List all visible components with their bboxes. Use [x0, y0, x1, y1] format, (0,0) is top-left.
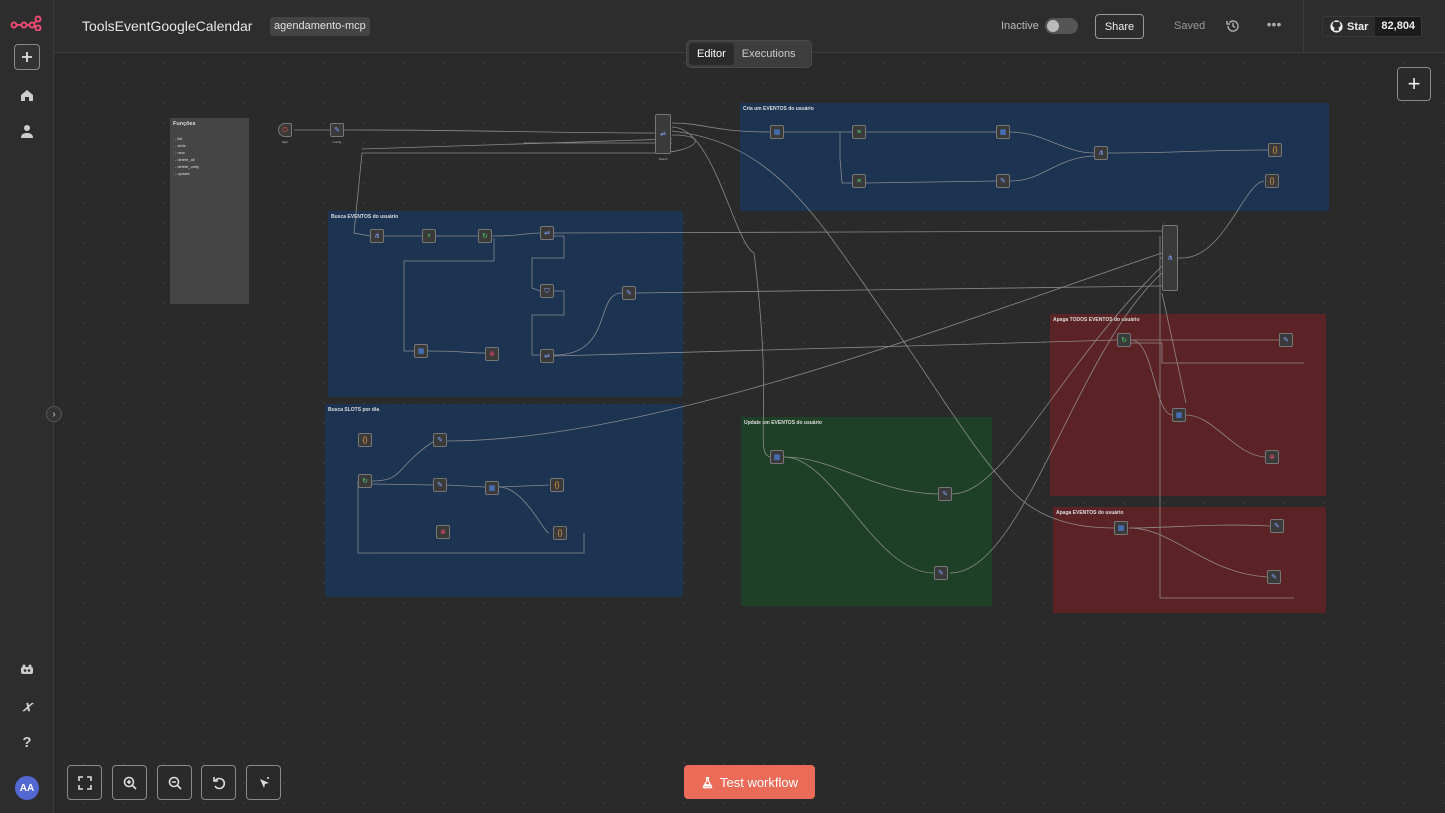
set-node-2[interactable]: ≡	[852, 174, 866, 188]
code-node-2[interactable]: {}	[1265, 174, 1279, 188]
edit-fields-node-7[interactable]: ✎	[938, 487, 952, 501]
code-node-3[interactable]: {}	[358, 433, 372, 447]
active-status-label: Inactive	[1001, 20, 1039, 32]
edit-fields-node-9[interactable]: ✎	[1270, 519, 1284, 533]
add-node-button[interactable]: +	[1397, 67, 1431, 101]
ai-node[interactable]: ⚡	[422, 229, 436, 243]
tidy-up-button[interactable]	[246, 765, 281, 800]
start-trigger-node[interactable]: ⏻ Start	[278, 123, 292, 144]
stop-node[interactable]: ⊗	[485, 347, 499, 361]
loop-node[interactable]: ↻	[478, 229, 492, 243]
avatar[interactable]: AA	[15, 776, 39, 800]
workflow-title[interactable]: ToolsEventGoogleCalendar	[82, 18, 252, 34]
reset-zoom-button[interactable]	[201, 765, 236, 800]
loop-node-2[interactable]: ↻	[1117, 333, 1131, 347]
n8n-editor: 𝑥 ? AA › ToolsEventGoogleCalendar agenda…	[0, 0, 1445, 813]
stop-node-3[interactable]: ⊗	[436, 525, 450, 539]
test-workflow-label: Test workflow	[719, 774, 799, 790]
connections	[294, 122, 1304, 599]
test-workflow-button[interactable]: Test workflow	[684, 765, 815, 799]
edit-fields-node-5[interactable]: ✎	[433, 433, 447, 447]
code-node-5[interactable]: {}	[553, 526, 567, 540]
cursor-sparkle-icon	[259, 776, 269, 788]
star-count: 82,804	[1375, 17, 1422, 36]
google-calendar-list-node[interactable]: ▦	[414, 344, 428, 358]
zoom-out-icon	[168, 776, 182, 790]
history-icon[interactable]	[1225, 18, 1241, 34]
n8n-logo-icon[interactable]	[10, 10, 42, 36]
google-calendar-delete-node[interactable]: ▦	[1172, 408, 1186, 422]
tab-executions[interactable]: Executions	[734, 43, 804, 65]
edit-fields-node-3[interactable]: ✎	[622, 286, 636, 300]
github-star-label: Star	[1323, 17, 1376, 36]
switch-node-2[interactable]: ⇌	[540, 226, 554, 240]
switch-node-3[interactable]: ⇌	[540, 349, 554, 363]
zoom-in-icon	[123, 776, 137, 790]
header-divider	[1303, 0, 1304, 53]
merge-node[interactable]: ⋔	[1094, 146, 1108, 160]
edit-fields-node-2[interactable]: ✎	[996, 174, 1010, 188]
github-star-button[interactable]: Star 82,804	[1322, 16, 1423, 37]
active-toggle[interactable]	[1045, 18, 1078, 34]
code-node-4[interactable]: {}	[550, 478, 564, 492]
more-options-icon[interactable]: •••	[1266, 17, 1282, 34]
node-label: Config	[332, 140, 342, 144]
tab-editor[interactable]: Editor	[689, 43, 734, 65]
zoom-out-button[interactable]	[157, 765, 192, 800]
help-icon[interactable]: ?	[14, 729, 40, 755]
expand-sidebar-chevron-icon[interactable]: ›	[46, 406, 62, 422]
edit-fields-node-10[interactable]: ✎	[1267, 570, 1281, 584]
switch-node[interactable]: ⇌ Switch	[655, 114, 671, 161]
fullscreen-icon	[77, 775, 92, 790]
variables-icon[interactable]: 𝑥	[14, 693, 40, 719]
edit-fields-node-4[interactable]: ✎	[1279, 333, 1293, 347]
github-icon	[1330, 20, 1343, 33]
loop-node-3[interactable]: ↻	[358, 474, 372, 488]
flask-icon	[702, 776, 713, 788]
view-tabs: Editor Executions	[686, 40, 812, 68]
edit-fields-node-6[interactable]: ✎	[433, 478, 447, 492]
merge-output-node[interactable]: ⋔	[1162, 225, 1178, 291]
filter-node[interactable]: ⛉	[540, 284, 554, 298]
zoom-to-fit-button[interactable]	[67, 765, 102, 800]
share-button[interactable]: Share	[1095, 14, 1144, 39]
code-node[interactable]: {}	[1268, 143, 1282, 157]
google-calendar-create-node[interactable]: ▦	[996, 125, 1010, 139]
edit-fields-node[interactable]: ✎ Config	[330, 123, 344, 144]
merge-node-2[interactable]: ⋔	[370, 229, 384, 243]
workflow-tag[interactable]: agendamento-mcp	[270, 17, 370, 36]
zoom-in-button[interactable]	[112, 765, 147, 800]
home-icon[interactable]	[14, 82, 40, 108]
node-label: Start	[281, 140, 289, 144]
user-icon[interactable]	[14, 118, 40, 144]
create-button[interactable]	[14, 44, 40, 70]
undo-icon	[212, 776, 225, 789]
node-label: Switch	[658, 157, 668, 161]
saved-status: Saved	[1174, 20, 1206, 32]
google-calendar-delete-node-2[interactable]: ▦	[1114, 521, 1128, 535]
templates-icon[interactable]	[14, 657, 40, 683]
google-calendar-update-node[interactable]: ▦	[770, 450, 784, 464]
edit-fields-node-8[interactable]: ✎	[934, 566, 948, 580]
google-calendar-node[interactable]: ▦	[770, 125, 784, 139]
google-calendar-node-2[interactable]: ▦	[485, 481, 499, 495]
workflow-canvas[interactable]: Funções - list - slots - new - delete_al…	[54, 53, 1445, 813]
star-text: Star	[1347, 20, 1369, 33]
stop-node-2[interactable]: ⊗	[1265, 450, 1279, 464]
left-sidebar: 𝑥 ? AA	[0, 0, 54, 813]
set-node[interactable]: ≡	[852, 125, 866, 139]
